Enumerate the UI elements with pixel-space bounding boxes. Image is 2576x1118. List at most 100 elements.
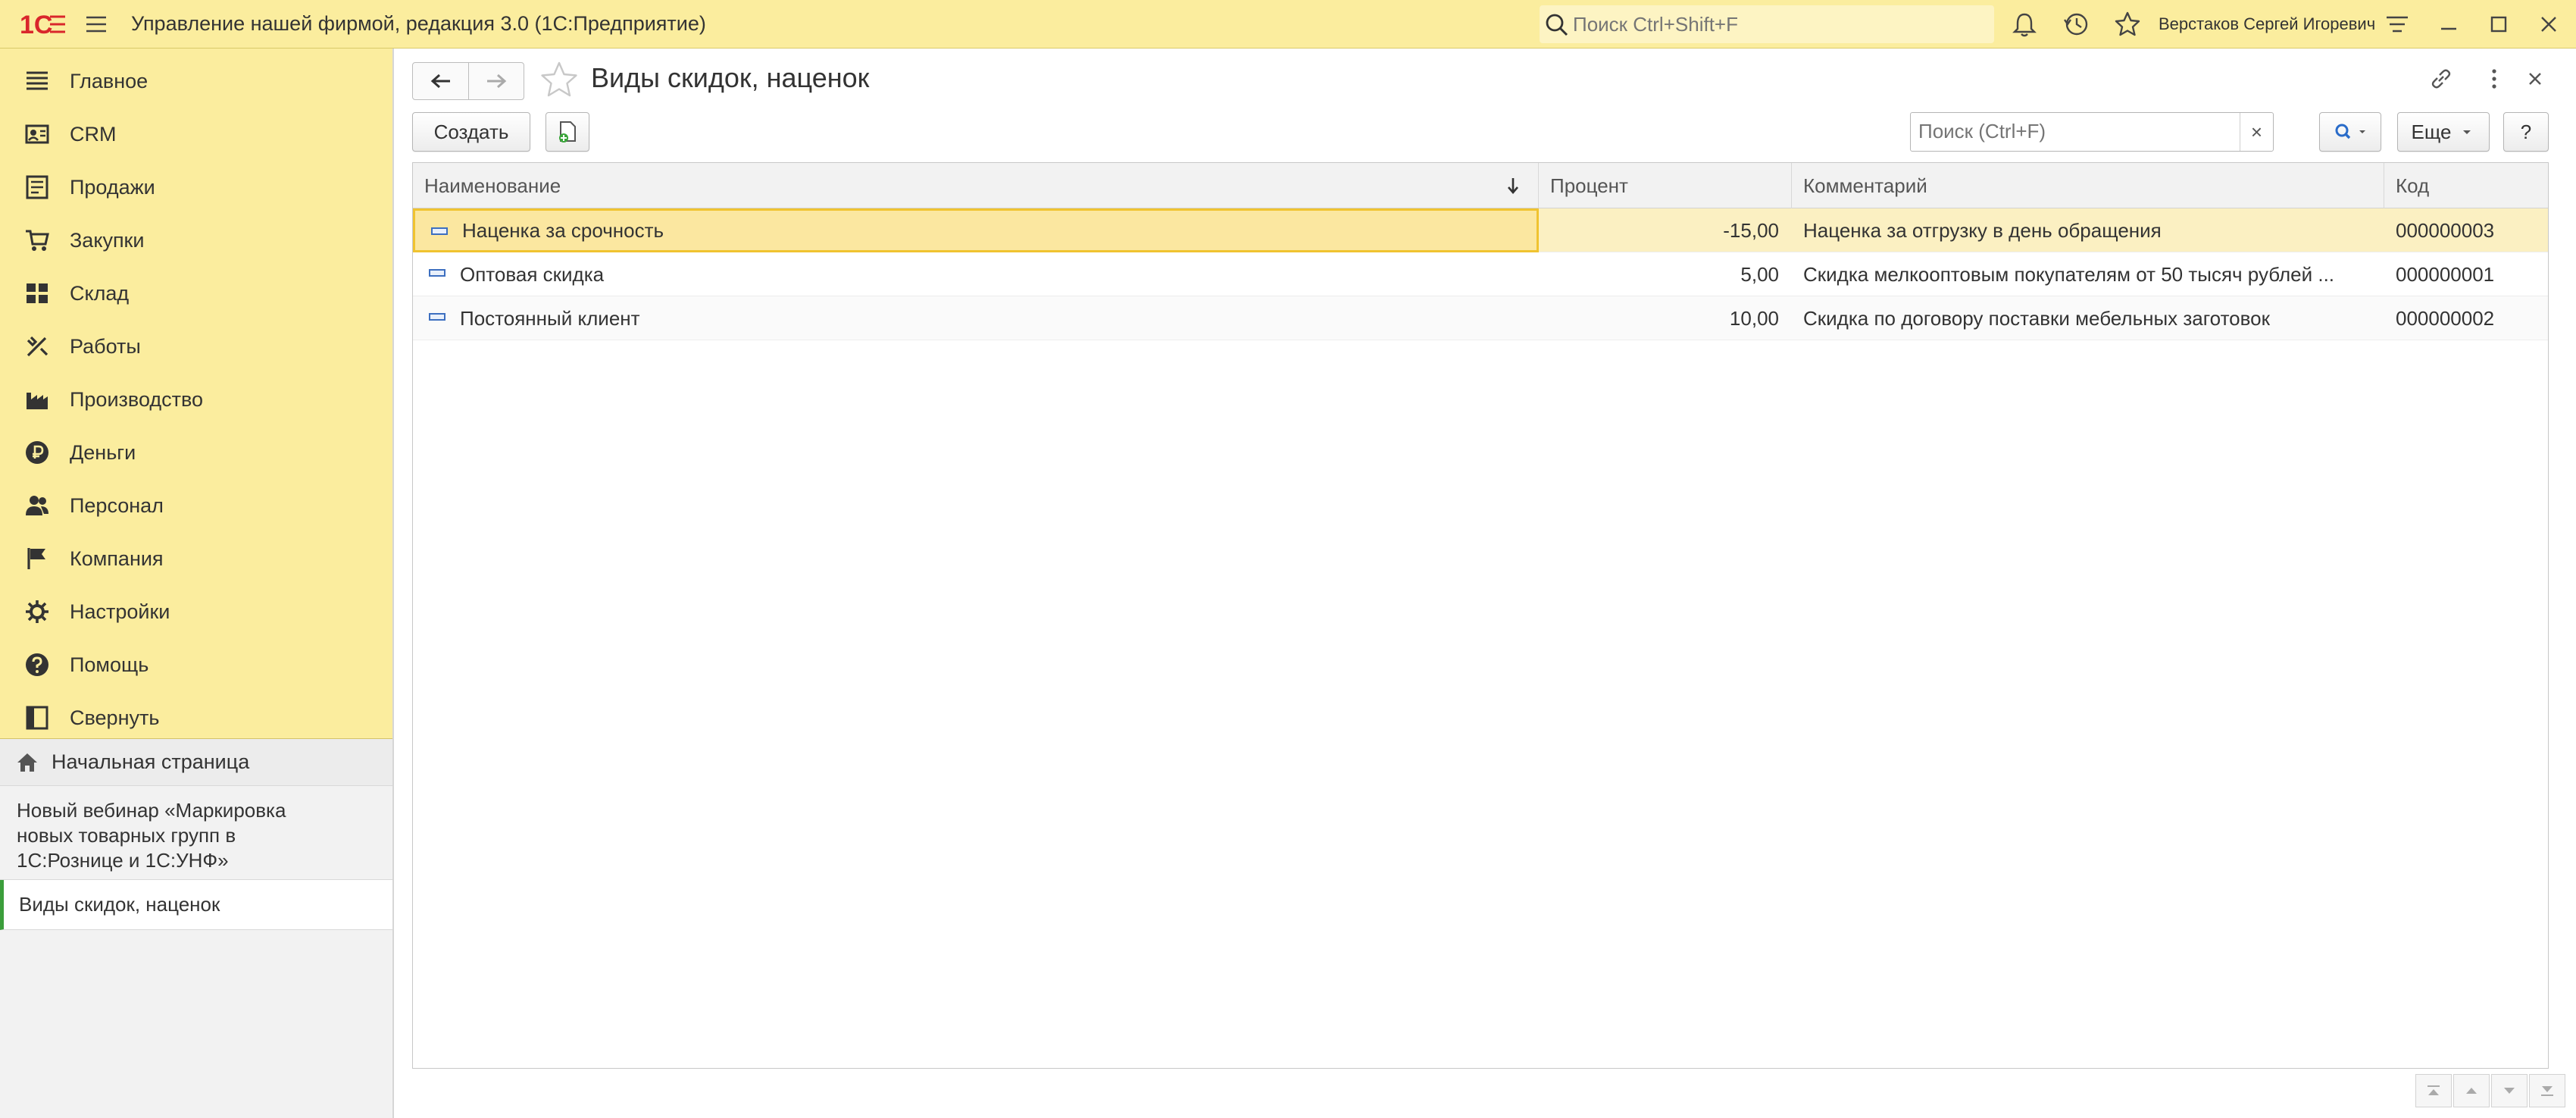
global-search-input[interactable] [1573, 12, 1982, 36]
list-search-box[interactable]: × [1910, 112, 2274, 152]
section-settings[interactable]: Настройки [0, 585, 392, 638]
column-label: Процент [1550, 174, 1628, 197]
search-options-button[interactable] [2319, 112, 2381, 152]
create-button[interactable]: Создать [412, 112, 530, 152]
section-label: CRM [70, 122, 117, 146]
section-sales[interactable]: Продажи [0, 161, 392, 214]
section-main[interactable]: Главное [0, 55, 392, 108]
scroll-down-button[interactable] [2491, 1074, 2528, 1107]
1c-logo-icon: 1С [20, 11, 65, 39]
section-collapse[interactable]: Свернуть [0, 691, 392, 744]
search-dropdown-icon [2335, 124, 2365, 139]
news-line: новых товарных групп в [17, 824, 236, 847]
global-search-box[interactable] [1540, 5, 1994, 43]
item-icon [429, 313, 445, 321]
history-icon[interactable] [2062, 11, 2090, 38]
section-warehouse[interactable]: Склад [0, 267, 392, 320]
cell-percent: 5,00 [1740, 262, 1779, 286]
navigation-buttons [412, 62, 524, 100]
scroll-down-icon [2504, 1088, 2515, 1094]
people-icon [26, 496, 48, 515]
favorites-star-icon[interactable] [2114, 11, 2141, 38]
factory-icon [27, 393, 48, 409]
home-icon [17, 753, 37, 772]
cell-text: Постоянный клиент [460, 306, 640, 330]
gear-icon [26, 600, 48, 623]
svg-text:1С: 1С [20, 11, 52, 39]
main-menu-icon[interactable] [85, 14, 108, 35]
news-webinar-item[interactable]: Новый вебинар «Маркировка новых товарных… [0, 786, 392, 880]
discount-types-table: Наименование Процент Комментарий Код Нац… [412, 162, 2549, 1069]
create-copy-button[interactable] [546, 112, 589, 152]
current-user-name[interactable]: Верстаков Сергей Игоревич [2159, 14, 2375, 34]
more-actions-icon[interactable] [2481, 65, 2508, 92]
open-form-label: Виды скидок, наценок [19, 893, 220, 916]
section-help[interactable]: Помощь [0, 638, 392, 691]
more-label: Еще [2411, 120, 2452, 143]
settings-menu-icon[interactable] [2384, 11, 2411, 38]
sales-icon [26, 175, 48, 199]
list-icon [27, 71, 48, 90]
close-form-icon[interactable] [2521, 65, 2549, 92]
item-icon [431, 227, 448, 235]
column-header-percent[interactable]: Процент [1539, 163, 1792, 208]
notifications-bell-icon[interactable] [2011, 11, 2038, 38]
section-label: Склад [70, 281, 130, 305]
maximize-icon[interactable] [2485, 11, 2512, 38]
sidebar: Главное CRM Продажи Закупки Склад Работы… [0, 49, 394, 1118]
crm-icon [25, 124, 49, 144]
table-row[interactable]: Постоянный клиент 10,00 Скидка по догово… [413, 296, 2548, 340]
section-personnel[interactable]: Персонал [0, 479, 392, 532]
list-scroll-buttons [2415, 1074, 2565, 1107]
forward-button[interactable] [468, 63, 524, 99]
table-row[interactable]: Наценка за срочность -15,00 Наценка за о… [413, 208, 2548, 252]
scroll-up-button[interactable] [2453, 1074, 2490, 1107]
section-crm[interactable]: CRM [0, 108, 392, 161]
column-header-name[interactable]: Наименование [413, 163, 1539, 208]
section-purchases[interactable]: Закупки [0, 214, 392, 267]
column-header-comment[interactable]: Комментарий [1792, 163, 2384, 208]
column-label: Комментарий [1803, 174, 1927, 197]
section-company[interactable]: Компания [0, 532, 392, 585]
open-form-discounts[interactable]: Виды скидок, наценок [0, 880, 392, 930]
cell-percent: -15,00 [1723, 218, 1779, 242]
cell-name: Наценка за срочность [413, 208, 1539, 252]
cell-comment: Скидка мелкооптовым покупателям от 50 ты… [1803, 262, 2335, 286]
copy-document-icon [559, 121, 576, 142]
add-to-favorites-star-icon[interactable] [538, 59, 580, 102]
section-production[interactable]: Производство [0, 373, 392, 426]
cell-text: Наценка за срочность [462, 218, 664, 242]
scroll-bottom-icon [2541, 1086, 2553, 1096]
title-bar: 1С Управление нашей фирмой, редакция 3.0… [0, 0, 2576, 49]
tools-icon [27, 336, 48, 357]
flag-icon [27, 548, 45, 569]
sort-descending-icon [1508, 178, 1518, 194]
minimize-icon[interactable] [2435, 11, 2462, 38]
clear-search-button[interactable]: × [2240, 113, 2273, 151]
back-button[interactable] [413, 63, 468, 99]
item-icon [429, 269, 445, 277]
column-label: Наименование [424, 174, 561, 197]
chevron-down-icon [2463, 130, 2471, 134]
cell-code: 000000002 [2396, 306, 2495, 330]
table-row[interactable]: Оптовая скидка 5,00 Скидка мелкооптовым … [413, 252, 2548, 296]
scroll-to-top-button[interactable] [2415, 1074, 2452, 1107]
list-search-input[interactable] [1918, 113, 2237, 149]
collapse-icon [26, 706, 48, 730]
ruble-icon [26, 441, 48, 464]
link-icon[interactable] [2428, 65, 2455, 92]
section-label: Персонал [70, 493, 164, 517]
more-button[interactable]: Еще [2397, 112, 2490, 152]
section-works[interactable]: Работы [0, 320, 392, 373]
warehouse-icon [27, 283, 48, 303]
cell-code: 000000001 [2396, 262, 2495, 286]
help-button[interactable]: ? [2503, 112, 2549, 152]
section-money[interactable]: Деньги [0, 426, 392, 479]
cell-comment: Наценка за отгрузку в день обращения [1803, 218, 2162, 242]
home-page-item[interactable]: Начальная страница [0, 739, 392, 786]
column-header-code[interactable]: Код [2384, 163, 2548, 208]
section-label: Свернуть [70, 706, 160, 729]
scroll-to-bottom-button[interactable] [2529, 1074, 2565, 1107]
cell-name: Постоянный клиент [413, 296, 1539, 340]
close-app-icon[interactable] [2535, 11, 2562, 38]
